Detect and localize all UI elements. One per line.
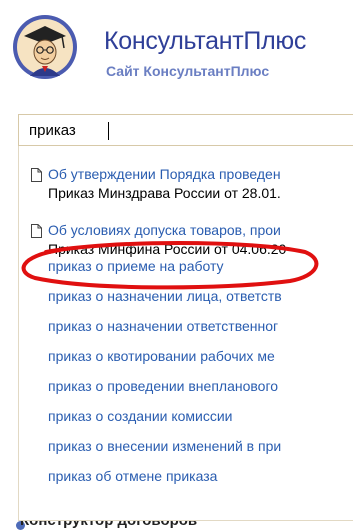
brand-title[interactable]: КонсультантПлюс [104, 27, 306, 56]
suggestion-item[interactable]: приказ о проведении внепланового [48, 378, 278, 394]
document-title[interactable]: Об утверждении Порядка проведен [48, 166, 281, 182]
document-subtitle: Приказ Минздрава России от 28.01. [48, 185, 281, 201]
suggestion-item[interactable]: приказ о назначении ответственног [48, 318, 278, 334]
suggestion-item[interactable]: приказ об отмене приказа [48, 468, 217, 484]
search-input[interactable] [29, 120, 349, 140]
document-title[interactable]: Об условиях допуска товаров, прои [48, 222, 281, 238]
brand-subtitle[interactable]: Сайт КонсультантПлюс [106, 63, 269, 79]
search-box[interactable] [18, 114, 353, 146]
suggestion-item[interactable]: приказ о назначении лица, ответств [48, 288, 282, 304]
text-cursor [108, 122, 109, 140]
document-icon [31, 168, 42, 182]
suggestion-item[interactable]: приказ о приеме на работу [48, 258, 224, 274]
consultant-plus-logo-icon[interactable] [12, 14, 78, 80]
footer-link[interactable]: Конструктор договоров [20, 521, 197, 529]
suggestion-item[interactable]: приказ о создании комиссии [48, 408, 233, 424]
suggestion-item[interactable]: приказ о квотировании рабочих ме [48, 348, 275, 364]
document-subtitle: Приказ Минфина России от 04.06.20 [48, 241, 287, 257]
site-header: КонсультантПлюс Сайт КонсультантПлюс [0, 0, 353, 100]
footer-partial[interactable]: Конструктор договоров [16, 521, 353, 531]
document-icon [31, 224, 42, 238]
suggestion-item[interactable]: приказ о внесении изменений в при [48, 438, 281, 454]
search-suggestions-dropdown: Об утверждении Порядка проведен Приказ М… [18, 146, 353, 521]
